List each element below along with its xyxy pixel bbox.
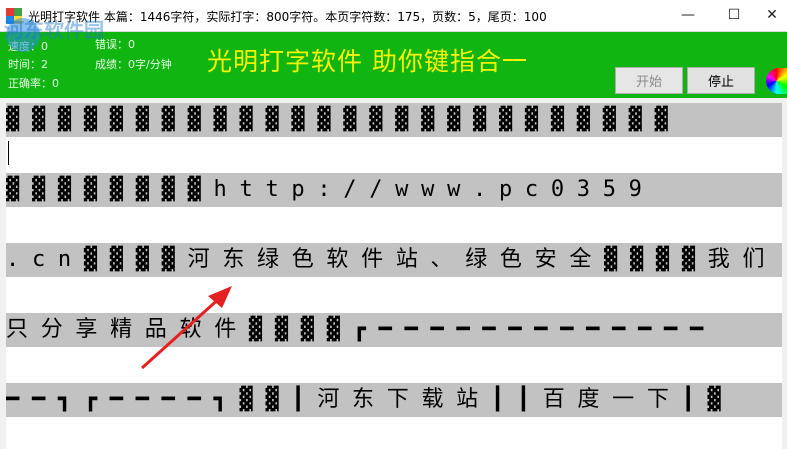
annotation-arrow-icon bbox=[140, 286, 232, 370]
